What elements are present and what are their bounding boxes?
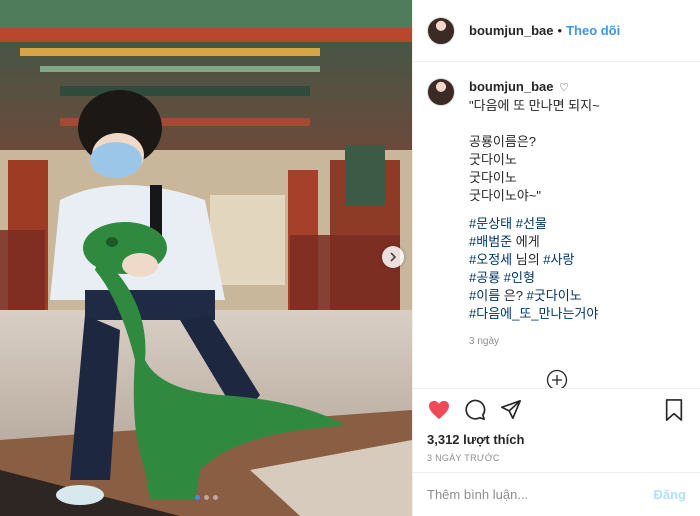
- load-more-comments-button[interactable]: [427, 369, 686, 388]
- separator-dot: •: [557, 23, 563, 38]
- caption-line: "다음에 또 만나면 되지~: [469, 98, 600, 113]
- photo-scene: [0, 0, 412, 516]
- post-photo[interactable]: [0, 0, 412, 516]
- hashtag-link[interactable]: #문상태: [469, 216, 512, 231]
- share-button[interactable]: [499, 398, 523, 422]
- likes-count[interactable]: 3,312 lượt thích: [413, 430, 700, 450]
- hashtag-link[interactable]: #다음에_또_만나는거야: [469, 306, 598, 321]
- comment-input[interactable]: [427, 487, 654, 502]
- post-comment-button[interactable]: Đăng: [654, 487, 687, 502]
- comment-bubble-icon: [465, 399, 486, 420]
- caption-line: 굿다이노: [469, 152, 517, 167]
- paper-plane-icon: [501, 399, 521, 419]
- caption-line: [469, 115, 600, 133]
- header-username[interactable]: boumjun_bae: [469, 23, 554, 38]
- caption: boumjun_bae ♡ "다음에 또 만나면 되지~ 공룡이름은? 굿다이노 굿…: [427, 78, 686, 351]
- hashtag-link[interactable]: #공룡: [469, 270, 500, 285]
- plus-circle-icon: [546, 369, 567, 388]
- save-button[interactable]: [662, 398, 686, 422]
- comment-form: Đăng: [413, 472, 700, 516]
- like-button[interactable]: [427, 398, 451, 422]
- chevron-right-icon: [390, 252, 397, 262]
- avatar[interactable]: [427, 16, 455, 45]
- action-bar: [413, 388, 700, 430]
- hashtag-link[interactable]: #오정세: [469, 252, 512, 267]
- hashtag-link[interactable]: #인형: [504, 270, 535, 285]
- carousel-dot: [203, 495, 209, 500]
- comment-button[interactable]: [463, 398, 487, 422]
- hashtag-link[interactable]: #사랑: [543, 252, 574, 267]
- comments-area: boumjun_bae ♡ "다음에 또 만나면 되지~ 공룡이름은? 굿다이노 굿…: [413, 62, 700, 388]
- follow-button[interactable]: Theo dõi: [566, 23, 620, 38]
- caption-hashtags: #문상태 #선물 #배범준 에게 #오정세 님의 #사랑 #공룡 #인형 #이름 은? …: [469, 215, 600, 323]
- hashtag-line: #배범준 에게: [469, 233, 600, 251]
- instagram-post: boumjun_bae • Theo dõi boumjun_bae ♡ "다음…: [0, 0, 700, 516]
- hashtag-plain-text: 님의: [512, 252, 544, 267]
- caption-line: 공룡이름은?: [469, 134, 537, 149]
- caption-timestamp: 3 ngày: [469, 336, 500, 347]
- hashtag-plain-text: 에게: [512, 234, 540, 249]
- hashtag-line: #문상태 #선물: [469, 215, 600, 233]
- next-photo-button[interactable]: [382, 246, 404, 268]
- hashtag-line: #오정세 님의 #사랑: [469, 251, 600, 269]
- hashtag-link[interactable]: #선물: [516, 216, 547, 231]
- post-date[interactable]: 3 NGÀY TRƯỚC: [413, 450, 700, 472]
- post-header: boumjun_bae • Theo dõi: [413, 0, 700, 62]
- caption-line: 굿다이노야~": [469, 188, 542, 203]
- post-side-panel: boumjun_bae • Theo dõi boumjun_bae ♡ "다음…: [412, 0, 700, 516]
- caption-text: "다음에 또 만나면 되지~ 공룡이름은? 굿다이노 굿다이노 굿다이노야~": [469, 97, 600, 205]
- caption-username[interactable]: boumjun_bae: [469, 79, 554, 94]
- avatar[interactable]: [427, 78, 455, 106]
- caption-line: 굿다이노: [469, 170, 517, 185]
- carousel-indicator: [0, 495, 412, 500]
- caption-body: boumjun_bae ♡ "다음에 또 만나면 되지~ 공룡이름은? 굿다이노 굿…: [469, 78, 600, 351]
- hashtag-link[interactable]: #이름: [469, 288, 500, 303]
- carousel-dot: [212, 495, 218, 500]
- hashtag-link[interactable]: #배범준: [469, 234, 512, 249]
- heart-outline-icon: ♡: [559, 82, 570, 94]
- hashtag-plain-text: 은?: [500, 288, 527, 303]
- hashtag-line: #공룡 #인형: [469, 269, 600, 287]
- hashtag-line: #다음에_또_만나는거야: [469, 305, 600, 323]
- carousel-dot: [194, 495, 200, 500]
- bookmark-icon: [665, 398, 683, 421]
- heart-filled-icon: [429, 400, 449, 419]
- hashtag-link[interactable]: #굿다이노: [527, 288, 582, 303]
- hashtag-line: #이름 은? #굿다이노: [469, 287, 600, 305]
